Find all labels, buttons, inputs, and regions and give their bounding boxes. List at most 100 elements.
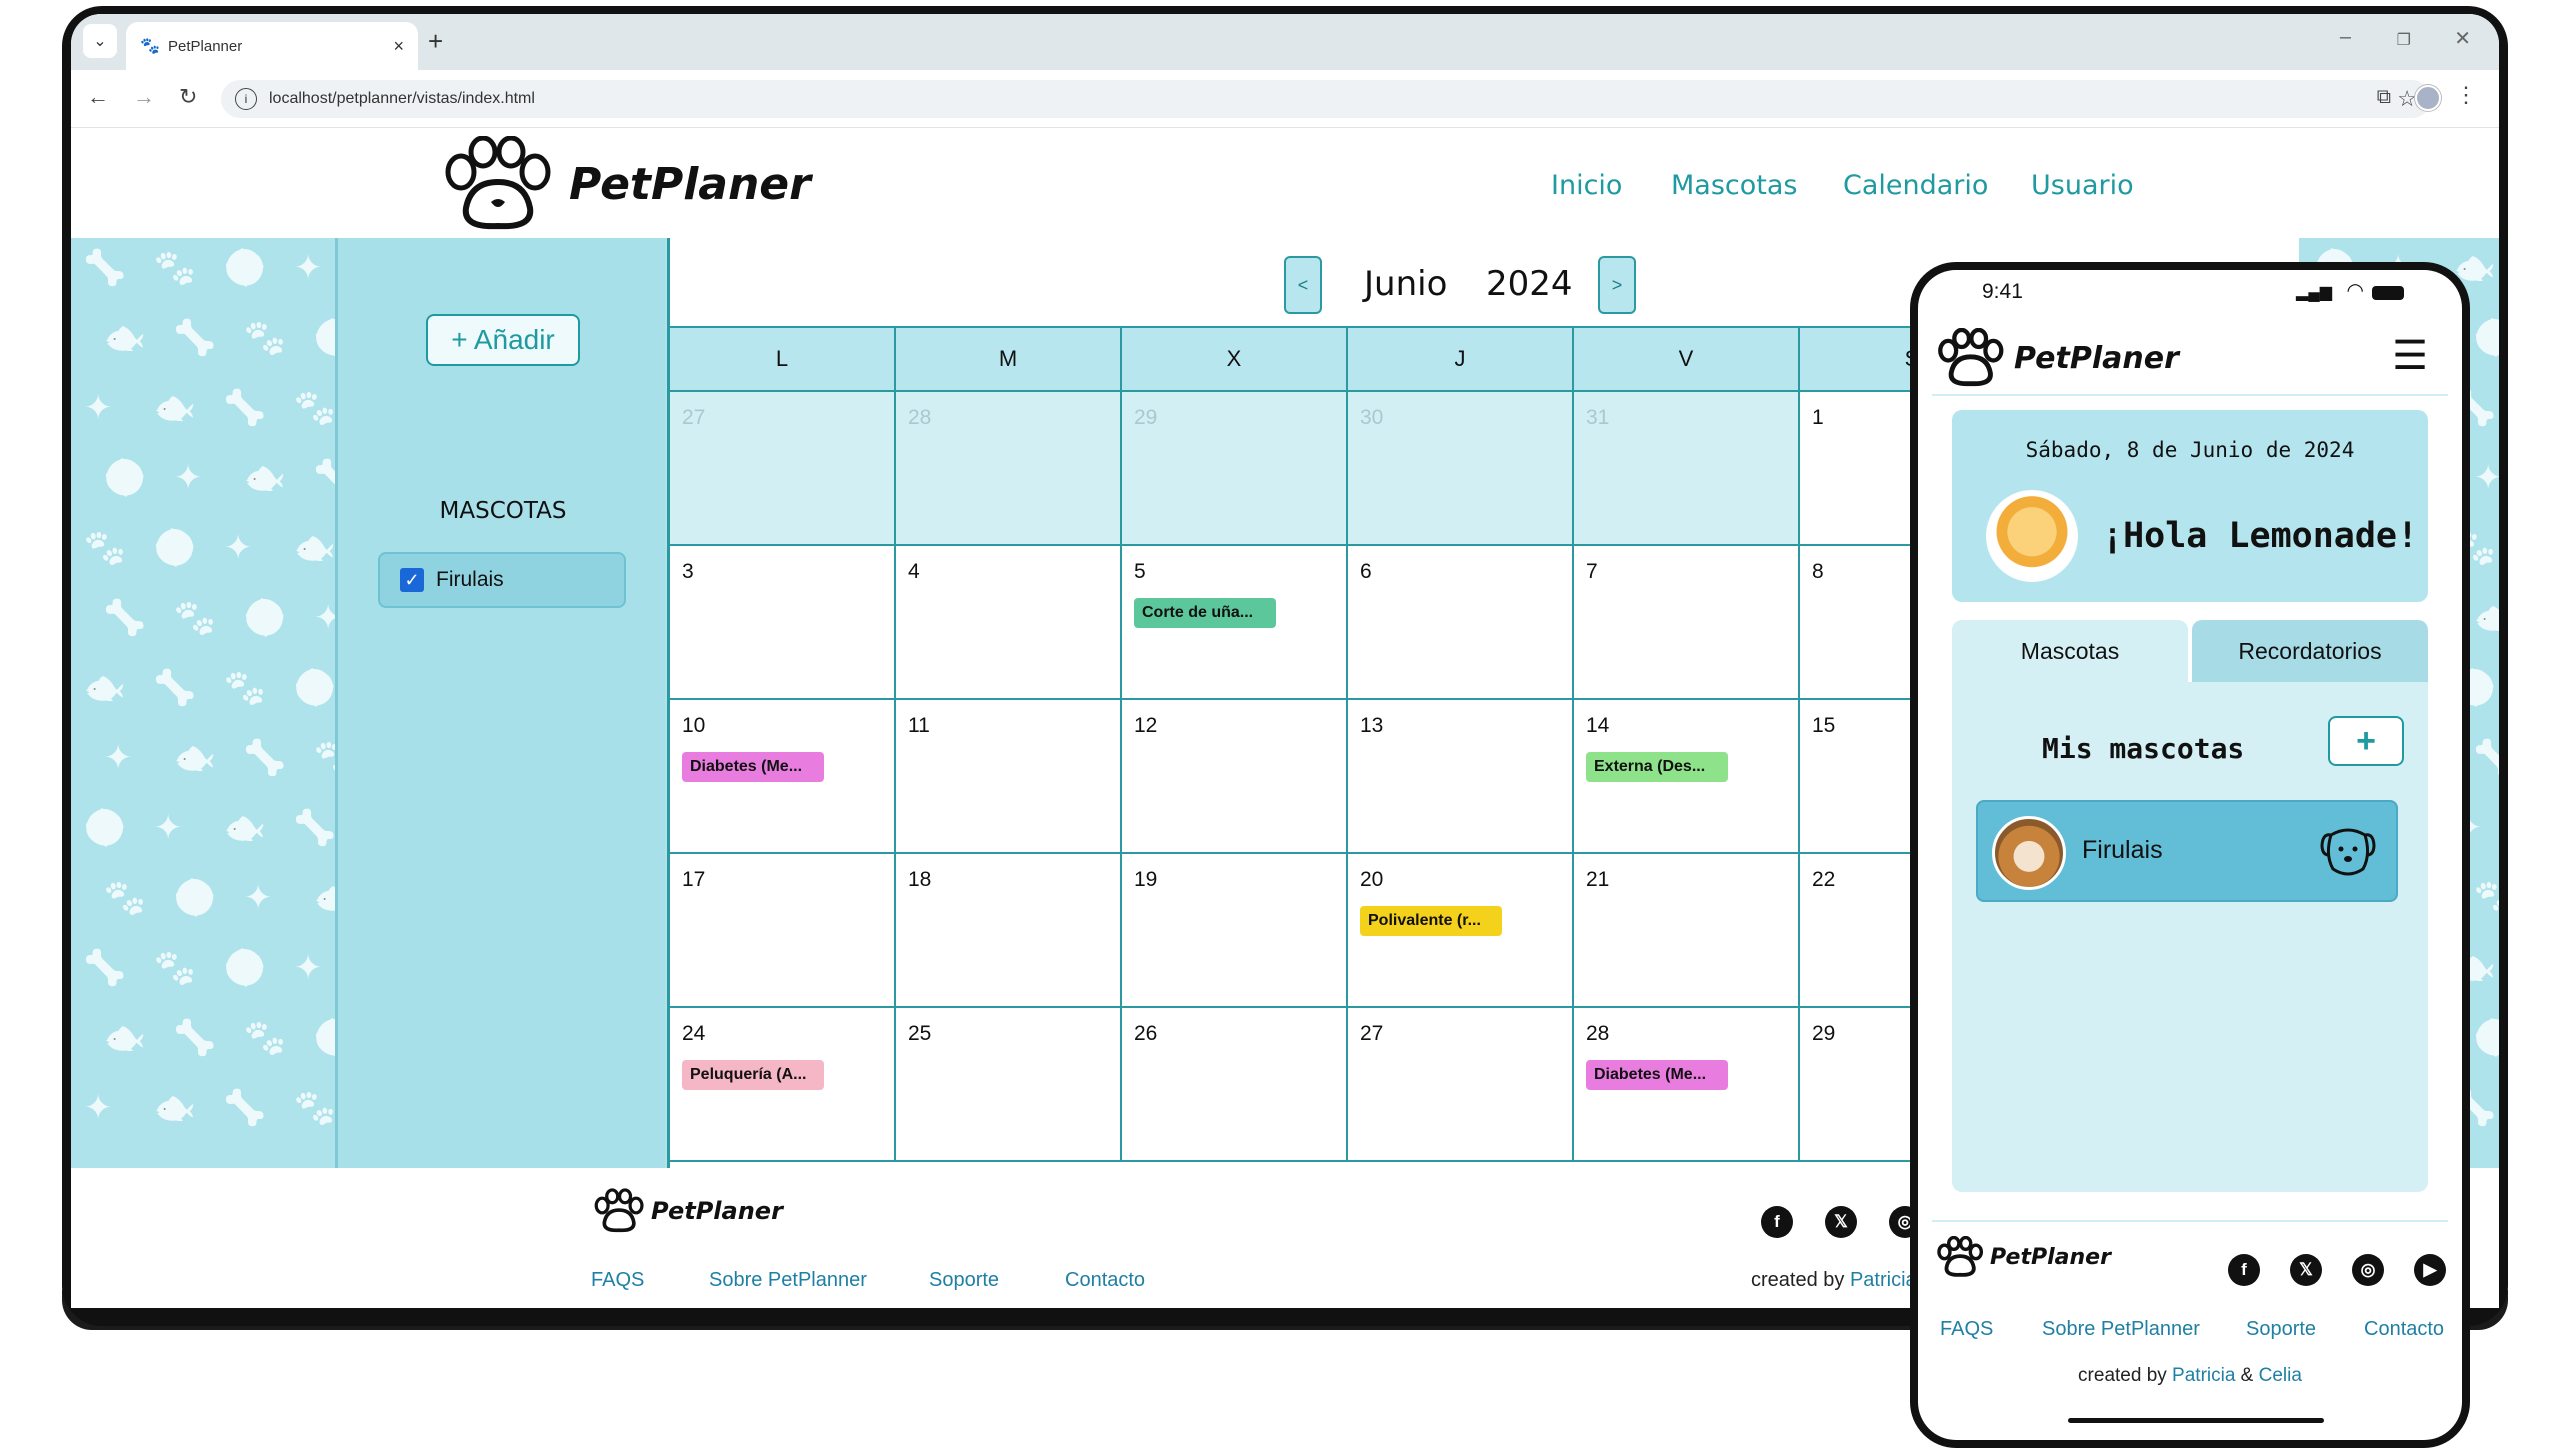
x-icon[interactable]: 𝕏 (1825, 1206, 1857, 1238)
footer-link-faqs[interactable]: FAQS (591, 1269, 644, 1292)
youtube-icon[interactable]: ▶ (2414, 1254, 2446, 1286)
nav-mascotas[interactable]: Mascotas (1671, 170, 1797, 201)
calendar-day[interactable]: 31 (1574, 392, 1800, 546)
calendar-day[interactable]: 12 (1122, 700, 1348, 854)
new-tab-button[interactable]: + (428, 26, 443, 57)
day-number: 29 (1134, 406, 1158, 429)
pattern-icon: 🐟 (2473, 599, 2499, 637)
prev-month-button[interactable]: < (1284, 256, 1322, 314)
footer-link-contacto[interactable]: Contacto (1065, 1269, 1145, 1292)
weekday-header: V (1574, 328, 1800, 392)
bookmark-star-icon[interactable]: ☆ (2397, 86, 2417, 112)
profile-avatar[interactable] (2415, 85, 2441, 111)
calendar-day[interactable]: 14 Externa (Des... (1574, 700, 1800, 854)
calendar-day[interactable]: 19 (1122, 854, 1348, 1008)
calendar-event[interactable]: Externa (Des... (1586, 752, 1728, 782)
phone-footer-sobre[interactable]: Sobre PetPlanner (2042, 1318, 2200, 1341)
calendar-event[interactable]: Peluquería (A... (682, 1060, 824, 1090)
pet-checkbox[interactable]: ✓ (400, 568, 424, 592)
calendar-day[interactable]: 29 (1122, 392, 1348, 546)
phone-footer-logo[interactable]: PetPlaner (1936, 1236, 2111, 1278)
day-number: 21 (1586, 868, 1610, 891)
calendar-day[interactable]: 10 Diabetes (Me... (670, 700, 896, 854)
calendar-day[interactable]: 20 Polivalente (r... (1348, 854, 1574, 1008)
pattern-icon: 🐟 (243, 459, 287, 497)
footer-link-sobre[interactable]: Sobre PetPlanner (709, 1269, 867, 1292)
credits-author[interactable]: Patricia (1850, 1269, 1917, 1291)
facebook-icon[interactable]: f (2228, 1254, 2260, 1286)
close-window-icon[interactable]: ✕ (2454, 26, 2471, 51)
calendar-day[interactable]: 17 (670, 854, 896, 1008)
phone-footer-soporte[interactable]: Soporte (2246, 1318, 2316, 1341)
site-info-icon[interactable]: i (235, 88, 257, 110)
url-field[interactable]: i localhost/petplanner/vistas/index.html… (221, 80, 2431, 118)
user-avatar[interactable] (1986, 490, 2078, 582)
calendar-event[interactable]: Diabetes (Me... (1586, 1060, 1728, 1090)
calendar-day[interactable]: 24 Peluquería (A... (670, 1008, 896, 1162)
maximize-icon[interactable]: ❐ (2397, 30, 2411, 50)
calendar-day[interactable]: 30 (1348, 392, 1574, 546)
calendar-day[interactable]: 28 (896, 392, 1122, 546)
phone-footer-contacto[interactable]: Contacto (2364, 1318, 2444, 1341)
extensions-icon[interactable]: ⧉ (2377, 86, 2391, 109)
nav-inicio[interactable]: Inicio (1551, 170, 1622, 201)
pattern-icon: ⚾ (223, 949, 267, 987)
calendar-day[interactable]: 3 (670, 546, 896, 700)
calendar-day[interactable]: 7 (1574, 546, 1800, 700)
add-pet-plus-button[interactable]: + (2328, 716, 2404, 766)
close-tab-icon[interactable]: × (393, 36, 404, 57)
calendar-event[interactable]: Polivalente (r... (1360, 906, 1502, 936)
add-pet-button[interactable]: + Añadir (426, 314, 580, 366)
pet-filter-firulais[interactable]: ✓ Firulais (378, 552, 626, 608)
calendar-day[interactable]: 13 (1348, 700, 1574, 854)
back-icon[interactable]: ← (87, 84, 109, 110)
x-icon[interactable]: 𝕏 (2290, 1254, 2322, 1286)
phone-credits-author1[interactable]: Patricia (2172, 1365, 2235, 1386)
calendar-day[interactable]: 6 (1348, 546, 1574, 700)
minimize-icon[interactable]: – (2340, 26, 2351, 49)
forward-icon[interactable]: → (133, 84, 155, 110)
calendar-day[interactable]: 5 Corte de uña... (1122, 546, 1348, 700)
nav-calendario[interactable]: Calendario (1843, 170, 1988, 201)
tab-mascotas[interactable]: Mascotas (1952, 620, 2188, 682)
footer-link-soporte[interactable]: Soporte (929, 1269, 999, 1292)
site-logo[interactable]: PetPlaner (441, 136, 811, 232)
calendar-day[interactable]: 28 Diabetes (Me... (1574, 1008, 1800, 1162)
browser-tab[interactable]: 🐾 PetPlanner × (126, 22, 418, 70)
next-month-button[interactable]: > (1598, 256, 1636, 314)
day-number: 8 (1812, 560, 1824, 583)
calendar-event[interactable]: Diabetes (Me... (682, 752, 824, 782)
facebook-icon[interactable]: f (1761, 1206, 1793, 1238)
calendar-day[interactable]: 27 (670, 392, 896, 546)
pattern-icon: 🦴 (103, 599, 147, 637)
calendar-day[interactable]: 11 (896, 700, 1122, 854)
pattern-icon: ✦ (223, 529, 253, 567)
pattern-icon: 🐾 (173, 599, 217, 637)
nav-usuario[interactable]: Usuario (2031, 170, 2134, 201)
hamburger-menu-icon[interactable]: ☰ (2392, 336, 2428, 376)
instagram-icon[interactable]: ◎ (2352, 1254, 2384, 1286)
calendar-day[interactable]: 25 (896, 1008, 1122, 1162)
phone-logo[interactable]: PetPlaner (1936, 328, 2179, 388)
browser-menu-icon[interactable]: ⋮ (2455, 82, 2477, 108)
calendar-day[interactable]: 26 (1122, 1008, 1348, 1162)
pet-card-firulais[interactable]: Firulais (1976, 800, 2398, 902)
calendar-day[interactable]: 18 (896, 854, 1122, 1008)
day-number: 13 (1360, 714, 1384, 737)
calendar-event[interactable]: Corte de uña... (1134, 598, 1276, 628)
day-number: 7 (1586, 560, 1598, 583)
day-number: 24 (682, 1022, 706, 1045)
day-number: 30 (1360, 406, 1384, 429)
phone-footer-faqs[interactable]: FAQS (1940, 1318, 1993, 1341)
tab-recordatorios[interactable]: Recordatorios (2192, 620, 2428, 682)
tab-search-icon[interactable]: ⌄ (83, 24, 117, 58)
paw-logo-icon (594, 1188, 644, 1233)
phone-status-bar: 9:41 ▂▄▆ ◠ (1918, 270, 2462, 316)
phone-credits-author2[interactable]: Celia (2259, 1365, 2302, 1386)
calendar-day[interactable]: 4 (896, 546, 1122, 700)
calendar-day[interactable]: 27 (1348, 1008, 1574, 1162)
phone-credits-and: & (2235, 1365, 2259, 1386)
footer-logo[interactable]: PetPlaner (593, 1188, 783, 1234)
calendar-day[interactable]: 21 (1574, 854, 1800, 1008)
reload-icon[interactable]: ↻ (179, 84, 197, 110)
